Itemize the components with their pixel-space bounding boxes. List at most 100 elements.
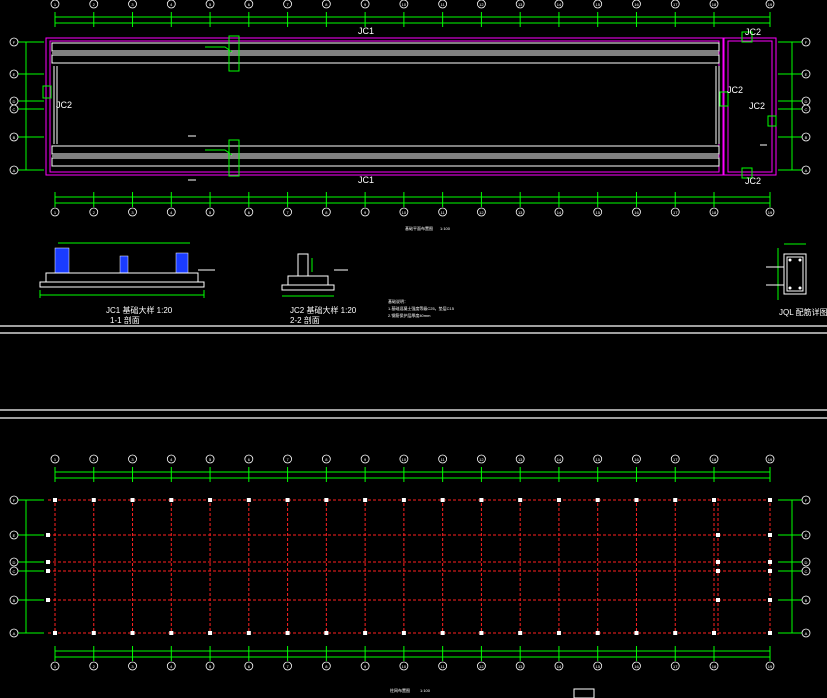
plan1-row-bubble-B: B [9, 132, 19, 142]
column-mark [712, 498, 716, 502]
plan2-axis-bubble-19: 19 [765, 454, 775, 464]
jql-detail-title: JQL 配筋详图 [779, 307, 827, 317]
svg-text:16: 16 [634, 2, 639, 7]
plan1-axis-bubble-4: 4 [166, 207, 176, 217]
column-mark [324, 498, 329, 502]
svg-text:14: 14 [557, 210, 562, 215]
plan1-row-bubble-D: D [801, 96, 811, 106]
plan2-axis-bubble-10: 10 [399, 661, 409, 671]
plan2-axis-bubble-18: 18 [709, 454, 719, 464]
column-mark [46, 598, 50, 602]
plan1-axis-bubble-6: 6 [244, 207, 254, 217]
plan1-axis-bubble-2: 2 [89, 207, 99, 217]
plan1-axis-bubble-12: 12 [477, 207, 486, 217]
svg-text:14: 14 [557, 2, 562, 7]
plan1-axis-bubble-7: 7 [283, 207, 292, 217]
plan1-axis-bubble-4: 4 [166, 0, 176, 9]
label-jc2-top-right: JC2 [745, 27, 761, 37]
column-mark [768, 569, 772, 573]
plan2-row-bubble-F: F [801, 495, 811, 505]
plan1-axis-bubble-8: 8 [321, 207, 331, 217]
plan1-caption: 基础平面布置图 [405, 225, 433, 231]
column-mark [479, 631, 484, 635]
plan1-axis-bubble-16: 16 [632, 0, 641, 9]
svg-text:16: 16 [634, 457, 639, 462]
svg-text:C: C [805, 107, 808, 112]
plan2-axis-bubble-19: 19 [765, 661, 775, 671]
plan2-axis-bubble-14: 14 [554, 661, 564, 671]
plan2-axis-bubble-4: 4 [166, 454, 176, 464]
svg-text:B: B [805, 135, 808, 140]
plan2-axis-bubble-1: 1 [50, 661, 60, 671]
plan1-row-bubble-C: C [9, 104, 19, 114]
svg-text:15: 15 [595, 210, 600, 215]
plan1-row-bubble-E: E [9, 69, 19, 79]
column-mark [208, 498, 213, 502]
column-grid-plan: 1122334455667788991010111112121313141415… [9, 454, 811, 698]
foundation-outline-inner [49, 40, 720, 173]
jql-detail-drawing [766, 243, 807, 300]
svg-text:12: 12 [479, 210, 484, 215]
plan1-axis-bubble-18: 18 [709, 0, 719, 9]
notes-line-2: 2.钢筋保护层厚度40mm [388, 312, 431, 318]
column-mark [246, 631, 251, 635]
svg-text:19: 19 [768, 2, 773, 7]
column-mark [246, 498, 251, 502]
plan1-axis-bubble-15: 15 [593, 207, 603, 217]
column-mark [130, 631, 135, 635]
label-jc2-bottom-right: JC2 [745, 176, 761, 186]
detail-sections: JC1 基础大样 1:20 1-1 剖面 JC2 基础大样 1:20 2-2 剖… [39, 242, 827, 325]
column-mark [479, 498, 484, 502]
plan2-axis-bubble-1: 1 [50, 454, 60, 464]
plan2-row-bubble-E: E [9, 530, 19, 540]
jc2-section-drawing [281, 253, 348, 297]
svg-text:B: B [13, 598, 16, 603]
label-jc2-mid: JC2 [727, 85, 743, 95]
plan1-axis-bubble-10: 10 [399, 207, 409, 217]
plan1-axis-bubble-3: 3 [128, 207, 137, 217]
plan1-axis-bubble-13: 13 [515, 0, 525, 9]
jc1-detail-title: JC1 基础大样 1:20 [106, 305, 173, 315]
plan2-axis-bubble-8: 8 [321, 661, 331, 671]
svg-text:19: 19 [768, 664, 773, 669]
plan1-axis-bubble-2: 2 [89, 0, 99, 9]
svg-text:12: 12 [479, 2, 484, 7]
label-jc2-left: JC2 [56, 100, 72, 110]
column-mark [53, 498, 57, 502]
svg-text:A: A [13, 631, 16, 636]
cad-drawing-canvas[interactable]: 1122334455667788991010111112121313141415… [0, 0, 827, 698]
plan1-axis-bubble-17: 17 [670, 0, 680, 9]
plan2-row-bubble-F: F [9, 495, 19, 505]
column-mark [285, 631, 290, 635]
svg-text:12: 12 [479, 457, 484, 462]
svg-text:A: A [805, 168, 808, 173]
column-mark [363, 631, 368, 635]
svg-text:D: D [13, 560, 16, 565]
plan1-row-bubble-E: E [801, 69, 811, 79]
sheet-separators [0, 325, 827, 419]
svg-text:10: 10 [402, 2, 407, 7]
plan1-axis-bubble-19: 19 [765, 207, 775, 217]
plan2-axis-bubble-9: 9 [360, 661, 370, 671]
jc1-section-drawing [39, 242, 215, 298]
plan2-axis-bubble-13: 13 [515, 661, 525, 671]
column-mark [768, 498, 772, 502]
plan2-axis-bubble-12: 12 [477, 661, 486, 671]
plan2-axis-bubble-15: 15 [593, 454, 603, 464]
plan1-axis-bubble-10: 10 [399, 0, 409, 9]
plan2-row-bubble-C: C [9, 566, 19, 576]
plan2-row-bubble-C: C [801, 566, 811, 576]
plan2-axis-bubble-5: 5 [205, 454, 215, 464]
plan1-scale: 1:100 [440, 226, 451, 231]
svg-text:18: 18 [712, 2, 717, 7]
plan2-dimension-lines [18, 467, 802, 661]
jc2-section-label: 2-2 剖面 [290, 315, 320, 325]
column-mark [556, 498, 561, 502]
plan2-row-bubble-D: D [9, 557, 19, 567]
plan1-axis-bubble-13: 13 [515, 207, 525, 217]
svg-text:17: 17 [673, 664, 678, 669]
svg-text:13: 13 [518, 2, 523, 7]
column-mark [716, 598, 720, 602]
plan2-row-bubble-B: B [801, 595, 811, 605]
plan2-axis-bubble-6: 6 [244, 454, 254, 464]
